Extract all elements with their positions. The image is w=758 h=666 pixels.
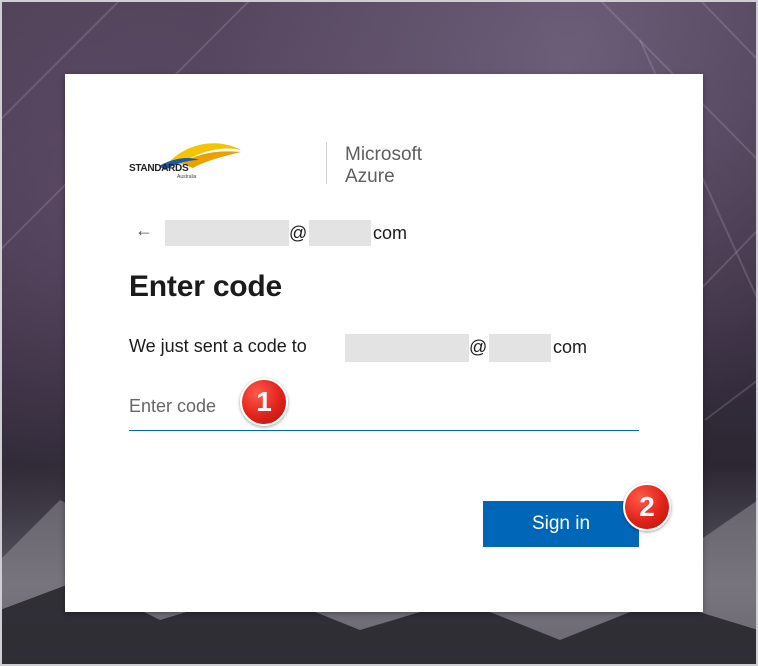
branding-row: STANDARDS Australia Microsoft Azure [129,140,429,188]
sent-message-text: We just sent a code to [129,336,307,356]
page-title: Enter code [129,270,283,303]
redacted-domain [309,220,371,246]
step-2-badge: 2 [623,483,671,531]
account-domain-suffix: com [373,223,408,243]
product-line-1: Microsoft [345,144,423,165]
sent-domain-suffix: com [553,337,588,357]
redacted-username [165,220,289,246]
sign-in-button[interactable]: Sign in [483,501,639,547]
account-at-sign: @ [289,223,308,243]
redacted-domain [489,334,551,362]
sent-at-sign: @ [469,337,488,357]
account-identity-row: ← @ com [129,220,529,248]
back-arrow-icon[interactable]: ← [135,220,153,241]
product-line-2: Azure [345,166,395,187]
standards-australia-logo: STANDARDS Australia [129,140,249,186]
code-input[interactable] [129,386,639,431]
redacted-username [345,334,469,362]
org-name: STANDARDS [129,163,189,174]
sign-in-card: STANDARDS Australia Microsoft Azure ← @ … [65,74,703,612]
logo-divider [326,142,327,184]
product-name: Microsoft Azure [345,144,422,188]
code-sent-message: We just sent a code to @ com [129,334,649,362]
org-sub: Australia [177,174,197,180]
step-1-badge: 1 [240,378,288,426]
